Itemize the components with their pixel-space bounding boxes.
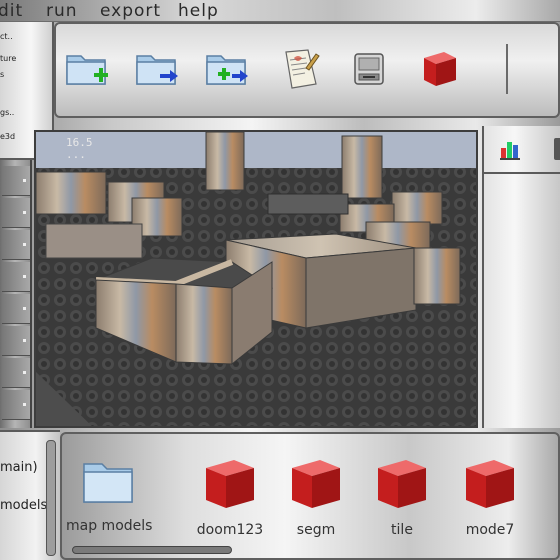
red-cube-icon: [206, 460, 254, 508]
asset-segm[interactable]: segm: [274, 454, 358, 554]
add-folder-icon: [206, 55, 248, 85]
list-item[interactable]: [2, 166, 30, 196]
properties-header: [484, 126, 560, 174]
red-cube-icon: [378, 460, 426, 508]
export-folder-icon: [136, 55, 178, 85]
drive-icon: [354, 53, 384, 85]
new-folder-button[interactable]: [64, 46, 108, 90]
list-item[interactable]: [2, 262, 30, 292]
list-item[interactable]: [2, 326, 30, 356]
stats-chart-icon[interactable]: [498, 136, 524, 162]
menu-run[interactable]: run: [46, 1, 78, 21]
asset-browser: map models doom123 segm tile mode7: [60, 432, 560, 560]
item-marker: [23, 179, 26, 182]
scrollbar-thumb[interactable]: [72, 546, 232, 554]
item-marker: [23, 403, 26, 406]
toolbar-divider: [506, 44, 508, 94]
new-folder-icon: [66, 55, 108, 85]
menu-bar: dit run export help: [0, 0, 560, 22]
save-drive-button[interactable]: [346, 46, 390, 90]
menu-edit[interactable]: dit: [0, 1, 23, 21]
item-marker: [23, 211, 26, 214]
item-marker: [23, 339, 26, 342]
menu-option-1[interactable]: ct..: [0, 32, 13, 41]
list-item[interactable]: [2, 358, 30, 388]
red-cube-icon: [292, 460, 340, 508]
scene-render: [36, 132, 476, 426]
asset-mode7[interactable]: mode7: [448, 454, 532, 554]
menu-help[interactable]: help: [178, 1, 219, 21]
asset-browser-scrollbar[interactable]: [72, 546, 552, 554]
menu-export[interactable]: export: [100, 1, 161, 21]
menu-option-3[interactable]: s: [0, 70, 4, 79]
left-sidebar-list: [0, 160, 32, 428]
item-marker: [23, 275, 26, 278]
asset-doom123[interactable]: doom123: [188, 454, 272, 554]
asset-tree-panel: main) models: [0, 430, 60, 560]
menu-option-2[interactable]: ture: [0, 54, 16, 63]
panel-tab-edge[interactable]: [554, 138, 560, 160]
tree-item-main[interactable]: main): [0, 460, 38, 475]
list-item[interactable]: [2, 230, 30, 260]
asset-map-models[interactable]: map models: [66, 454, 153, 554]
item-marker: [23, 243, 26, 246]
tree-scrollbar[interactable]: [46, 440, 56, 556]
item-marker: [23, 307, 26, 310]
red-cube-icon: [466, 460, 514, 508]
menu-option-4[interactable]: gs..: [0, 108, 14, 117]
asset-label: mode7: [465, 522, 515, 538]
build-cube-button[interactable]: [416, 46, 460, 90]
asset-label: tile: [391, 522, 413, 538]
export-folder-button[interactable]: [134, 46, 178, 90]
tree-item-models[interactable]: models: [0, 498, 47, 513]
menu-option-5[interactable]: e3d: [0, 132, 15, 141]
script-button[interactable]: [276, 46, 320, 90]
asset-label: map models: [66, 518, 153, 534]
item-marker: [23, 371, 26, 374]
script-icon: [285, 49, 320, 89]
folder-icon: [83, 463, 133, 503]
list-item[interactable]: [2, 390, 30, 420]
asset-label: doom123: [196, 522, 264, 538]
red-cube-icon: [424, 52, 456, 86]
main-toolbar: [54, 22, 560, 118]
asset-tile[interactable]: tile: [360, 454, 444, 554]
asset-label: segm: [296, 522, 336, 538]
properties-panel: [482, 126, 560, 428]
list-item[interactable]: [2, 198, 30, 228]
add-to-folder-button[interactable]: [204, 46, 248, 90]
list-item[interactable]: [2, 294, 30, 324]
3d-viewport[interactable]: 16.5 ...: [34, 130, 478, 428]
camera-coordinate-readout-2: ...: [66, 148, 86, 161]
